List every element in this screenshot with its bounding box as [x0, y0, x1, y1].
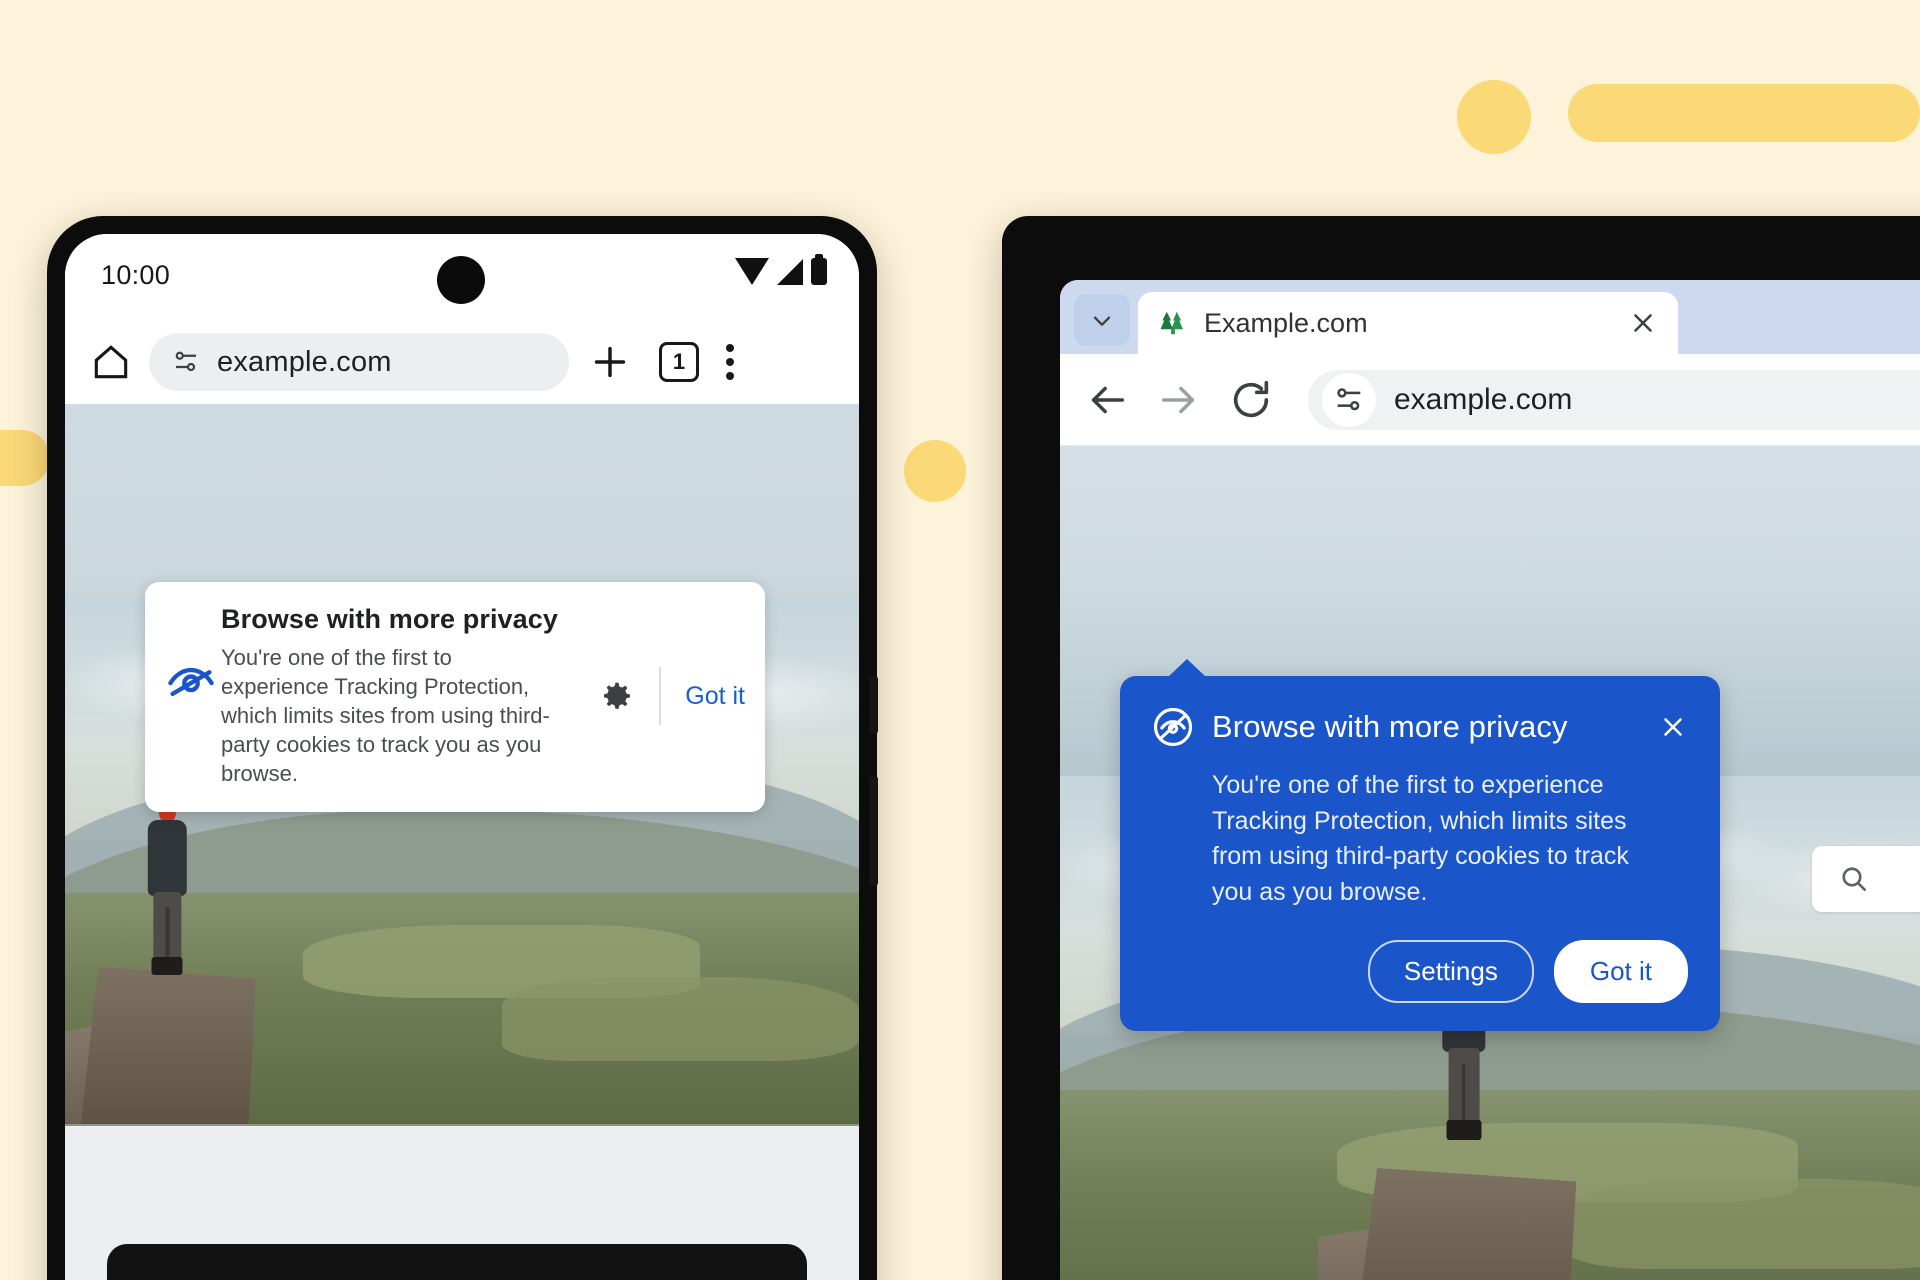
phone-url-text: example.com — [217, 345, 392, 378]
search-icon — [1842, 867, 1866, 891]
phone-power-button — [869, 776, 878, 886]
desktop-screen: Example.com example.com Browse with more… — [1060, 280, 1920, 1280]
phone-privacy-card-actions: Got it — [595, 667, 745, 726]
phone-footer-card — [107, 1244, 807, 1280]
phone-url-bar[interactable]: example.com — [149, 333, 569, 391]
phone-mockup: 10:00 example.com 1 Browse with more pri… — [47, 216, 878, 1280]
phone-privacy-card: Browse with more privacy You're one of t… — [145, 582, 765, 813]
settings-button[interactable]: Settings — [1367, 940, 1534, 1003]
gear-icon[interactable] — [595, 676, 635, 716]
decorative-pill-left — [0, 430, 50, 486]
tooltip-title: Browse with more privacy — [1212, 709, 1568, 744]
close-icon[interactable] — [1628, 308, 1658, 338]
tree-icon — [1160, 311, 1183, 335]
arrow-left-icon[interactable] — [1084, 377, 1130, 423]
site-settings-button[interactable] — [1322, 372, 1376, 427]
desktop-url-bar[interactable]: example.com — [1308, 369, 1920, 430]
browser-tab-strip: Example.com — [1060, 280, 1920, 354]
desktop-page-content: Browse with more privacy You're one of t… — [1060, 446, 1920, 1280]
status-bar-clock: 10:00 — [101, 260, 171, 290]
signal-icon — [777, 258, 803, 285]
phone-privacy-card-body: Browse with more privacy You're one of t… — [217, 604, 595, 788]
promo-screenshot: 10:00 example.com 1 Browse with more pri… — [0, 0, 1920, 1280]
reload-icon[interactable] — [1228, 377, 1274, 423]
wifi-icon — [735, 258, 769, 285]
eye-slash-icon — [1153, 707, 1193, 747]
hiker-figure — [136, 798, 198, 979]
battery-icon — [811, 254, 827, 285]
front-camera-punchhole — [437, 256, 485, 304]
desktop-browser-toolbar: example.com — [1060, 354, 1920, 446]
arrow-right-icon[interactable] — [1156, 377, 1202, 423]
tab-search-button[interactable] — [1074, 294, 1130, 346]
card-divider — [659, 667, 662, 726]
desktop-mockup: Example.com example.com Browse with more… — [1002, 216, 1920, 1280]
tracking-protection-tooltip: Browse with more privacy You're one of t… — [1120, 659, 1720, 1031]
eye-slash-icon — [168, 667, 214, 697]
tune-icon — [1337, 387, 1361, 410]
phone-volume-button — [869, 676, 878, 734]
tab-count-button[interactable]: 1 — [659, 342, 699, 382]
tooltip-pointer-arrow — [1168, 659, 1206, 677]
decorative-pill-top-right — [1568, 84, 1920, 142]
desktop-search-box[interactable] — [1812, 846, 1920, 912]
desktop-url-text: example.com — [1394, 382, 1573, 416]
tooltip-body-text: You're one of the first to experience Tr… — [1212, 771, 1629, 906]
close-icon[interactable] — [1658, 712, 1688, 742]
got-it-button[interactable]: Got it — [1553, 940, 1688, 1003]
decorative-circle-middle — [904, 440, 966, 502]
chevron-down-icon — [1093, 316, 1111, 326]
plus-icon[interactable] — [587, 339, 633, 385]
phone-got-it-button[interactable]: Got it — [685, 682, 745, 711]
more-vertical-icon[interactable] — [725, 344, 735, 380]
phone-page-content: Start exploring today Browse with more p… — [65, 404, 859, 1280]
decorative-circle-top-right — [1457, 80, 1531, 154]
tooltip-actions: Settings Got it — [1152, 940, 1688, 1003]
home-icon[interactable] — [89, 340, 133, 384]
browser-tab[interactable]: Example.com — [1138, 292, 1678, 354]
phone-screen: 10:00 example.com 1 Browse with more pri… — [65, 234, 859, 1280]
phone-browser-toolbar: example.com 1 — [65, 320, 859, 404]
browser-tab-title: Example.com — [1204, 307, 1368, 338]
tune-icon[interactable] — [171, 347, 201, 377]
phone-status-bar: 10:00 — [65, 234, 859, 320]
phone-privacy-card-text: You're one of the first to experience Tr… — [221, 645, 550, 787]
phone-privacy-card-title: Browse with more privacy — [221, 604, 559, 634]
status-bar-icons — [735, 254, 827, 285]
tooltip-header: Browse with more privacy — [1152, 706, 1688, 748]
tab-count-label: 1 — [672, 349, 686, 374]
